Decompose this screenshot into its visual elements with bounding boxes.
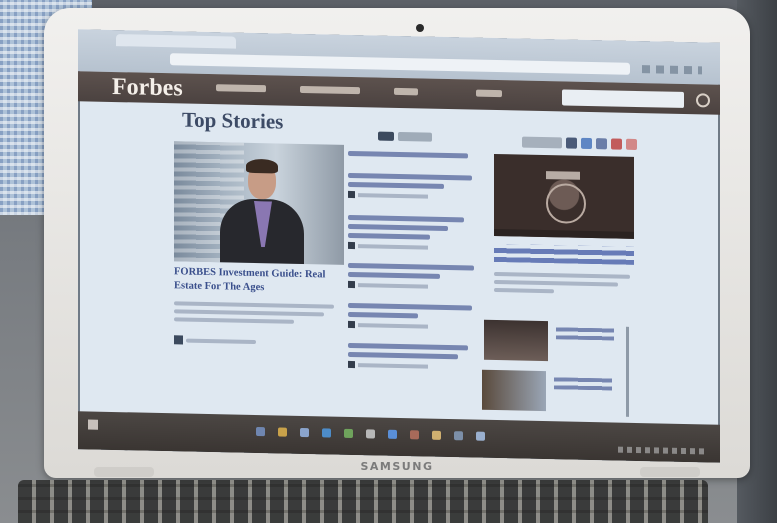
taskbar-app-icon[interactable] — [388, 429, 397, 439]
scrollbar[interactable] — [626, 326, 629, 417]
browser-toolbar-icons[interactable] — [642, 65, 702, 75]
video-summary-line — [494, 271, 630, 279]
address-bar[interactable] — [170, 53, 630, 75]
video-summary-line — [494, 287, 554, 294]
video-headline[interactable] — [494, 243, 634, 265]
taskbar-app-icon[interactable] — [432, 430, 441, 440]
left-hinge — [94, 467, 154, 477]
webcam-icon — [416, 24, 424, 32]
taskbar-app-icon[interactable] — [322, 428, 331, 438]
lead-summary-line — [174, 301, 334, 309]
taskbar-app-icon[interactable] — [476, 431, 485, 441]
taskbar-app-icon[interactable] — [366, 429, 375, 439]
laptop-screen: Forbes Top Stories FORBES Investment Gui… — [78, 29, 720, 463]
taskbar-app-icon[interactable] — [278, 427, 287, 437]
lead-story-headline[interactable]: FORBES Investment Guide: Real Estate For… — [174, 265, 342, 297]
taskbar-app-icon[interactable] — [410, 430, 419, 440]
list-item[interactable] — [348, 150, 478, 163]
related-thumbnail[interactable] — [484, 319, 548, 362]
lead-byline — [186, 338, 256, 345]
featured-video[interactable] — [494, 153, 634, 239]
video-controls[interactable] — [494, 228, 634, 239]
taskbar-app-icon[interactable] — [300, 427, 309, 438]
search-icon[interactable] — [696, 93, 710, 108]
related-thumbnail[interactable] — [482, 369, 546, 412]
section-title: Top Stories — [182, 107, 284, 134]
laptop-keyboard — [18, 480, 708, 523]
person-hair — [246, 158, 278, 174]
view-toggle[interactable] — [378, 128, 438, 142]
list-item[interactable] — [348, 172, 478, 202]
video-logo — [546, 171, 580, 180]
play-video-icon[interactable] — [546, 183, 586, 224]
taskbar-app-icon[interactable] — [256, 427, 265, 437]
nav-item-1[interactable] — [216, 84, 266, 93]
forbes-logo[interactable]: Forbes — [112, 74, 183, 102]
lead-summary-line — [174, 309, 324, 317]
lead-summary-line — [174, 317, 294, 324]
list-item[interactable] — [348, 342, 478, 372]
right-hinge — [640, 467, 700, 477]
nav-item-3[interactable] — [394, 87, 418, 96]
browser-tab[interactable] — [116, 34, 236, 49]
windows-start-icon[interactable] — [88, 419, 98, 430]
video-summary-line — [494, 279, 618, 287]
taskbar-app-icon[interactable] — [454, 431, 463, 441]
share-icons[interactable] — [522, 135, 642, 150]
search-input[interactable] — [562, 89, 684, 108]
system-tray[interactable] — [618, 446, 708, 455]
related-headline[interactable] — [556, 327, 614, 341]
list-item[interactable] — [348, 302, 478, 332]
list-item[interactable] — [348, 262, 478, 292]
nav-item-2[interactable] — [300, 85, 360, 95]
lead-story-photo[interactable] — [174, 141, 344, 265]
related-headline[interactable] — [554, 377, 612, 391]
nav-item-4[interactable] — [476, 89, 502, 98]
list-item[interactable] — [348, 214, 478, 253]
taskbar-app-icon[interactable] — [344, 428, 353, 439]
author-avatar — [174, 335, 183, 345]
